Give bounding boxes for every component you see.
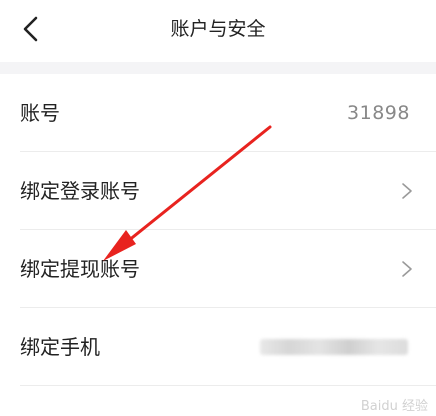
watermark: Baidu 经验 [360, 399, 428, 414]
bind-login-account-row[interactable]: 绑定登录账号 [0, 152, 436, 230]
bind-phone-label: 绑定手机 [20, 335, 100, 359]
bind-phone-row[interactable]: 绑定手机 [0, 308, 436, 386]
bind-withdraw-account-row[interactable]: 绑定提现账号 [0, 230, 436, 308]
bind-login-account-label: 绑定登录账号 [20, 179, 140, 203]
account-value: 31898 [347, 102, 410, 124]
settings-list: 账号 31898 绑定登录账号 绑定提现账号 绑定手机 [0, 74, 436, 386]
header: 账户与安全 [0, 0, 436, 62]
account-row: 账号 31898 [0, 74, 436, 152]
blurred-phone-value [260, 339, 408, 355]
account-label: 账号 [20, 101, 60, 125]
chevron-right-icon [402, 183, 412, 199]
page-title: 账户与安全 [170, 18, 266, 40]
section-gap [0, 62, 436, 74]
divider [20, 385, 436, 386]
bind-withdraw-account-label: 绑定提现账号 [20, 257, 140, 281]
chevron-right-icon [402, 261, 412, 277]
